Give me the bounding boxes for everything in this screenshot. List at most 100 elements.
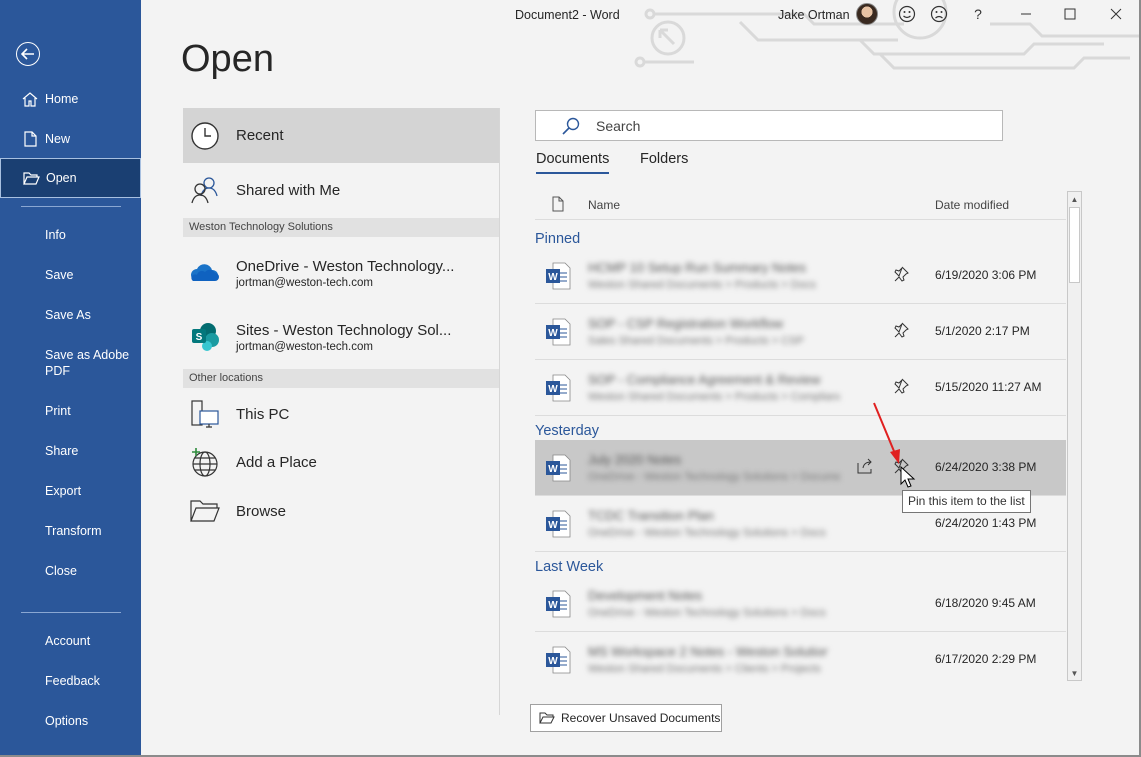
recover-unsaved-button[interactable]: Recover Unsaved Documents [530, 704, 722, 732]
location-shared[interactable]: Shared with Me [183, 164, 499, 216]
group-label-yesterday: Yesterday [535, 423, 599, 439]
window-title: Document2 - Word [515, 8, 620, 22]
close-icon[interactable] [1106, 5, 1126, 23]
location-sites[interactable]: S Sites - Weston Technology Sol... jortm… [183, 308, 499, 366]
list-header: Name Date modified [535, 190, 1066, 220]
nav-feedback[interactable]: Feedback [45, 673, 100, 689]
search-input[interactable] [596, 117, 777, 134]
folder-icon [189, 495, 221, 527]
nav-account[interactable]: Account [45, 633, 90, 649]
svg-text:S: S [196, 332, 203, 343]
word-document-icon: W [545, 374, 571, 407]
nav-new[interactable]: New [0, 119, 141, 159]
document-name: SOP - CSP Registration Workflow [588, 316, 784, 331]
svg-text:W: W [548, 384, 558, 395]
tab-documents[interactable]: Documents [536, 151, 610, 174]
document-row[interactable]: W July 2020 Notes OneDrive - Weston Tech… [535, 440, 1066, 496]
location-label: Shared with Me [236, 181, 341, 199]
scroll-thumb[interactable] [1069, 207, 1080, 283]
user-name[interactable]: Jake Ortman [778, 8, 850, 22]
nav-save[interactable]: Save [45, 267, 74, 283]
group-label-last-week: Last Week [535, 559, 604, 575]
nav-home[interactable]: Home [0, 79, 141, 119]
document-path: OneDrive - Weston Technology Solutions >… [588, 471, 840, 483]
word-document-icon: W [545, 318, 571, 351]
document-path: OneDrive - Weston Technology Solutions >… [588, 527, 826, 539]
nav-label: Open [46, 171, 77, 185]
document-row[interactable]: W SOP - CSP Registration Workflow Sales … [535, 304, 1066, 360]
document-name: TCDC Transition Plan [588, 508, 714, 523]
pin-icon[interactable] [893, 266, 909, 287]
svg-text:W: W [548, 464, 558, 475]
nav-save-as-pdf[interactable]: Save as Adobe PDF [45, 347, 129, 379]
group-label-pinned: Pinned [535, 231, 581, 247]
location-this-pc[interactable]: This PC [183, 394, 499, 434]
document-row[interactable]: W Development Notes OneDrive - Weston Te… [535, 576, 1066, 632]
smile-feedback-icon[interactable] [897, 5, 917, 23]
document-date: 5/1/2020 2:17 PM [935, 324, 1030, 338]
maximize-icon[interactable] [1060, 5, 1080, 23]
nav-info[interactable]: Info [45, 227, 66, 243]
location-recent[interactable]: Recent [183, 108, 499, 163]
document-date: 6/18/2020 9:45 AM [935, 596, 1036, 610]
svg-text:W: W [548, 272, 558, 283]
nav-close[interactable]: Close [45, 563, 77, 579]
search-icon [562, 117, 580, 135]
home-icon [20, 91, 40, 107]
annotation-arrow [873, 402, 900, 464]
location-add-place[interactable]: Add a Place [183, 442, 499, 482]
back-arrow-icon[interactable] [16, 42, 40, 66]
document-date: 6/24/2020 3:38 PM [935, 460, 1037, 474]
location-label: OneDrive - Weston Technology... [236, 257, 455, 275]
document-row[interactable]: W HCMP 10 Setup Run Summary Notes Weston… [535, 248, 1066, 304]
frown-feedback-icon[interactable] [929, 5, 949, 23]
word-document-icon: W [545, 262, 571, 295]
scroll-down-arrow-icon[interactable]: ▼ [1068, 666, 1081, 680]
location-email: jortman@weston-tech.com [236, 340, 373, 353]
document-path: Weston Shared Documents > Products > Com… [588, 391, 840, 403]
document-name: MS Workspace 2 Notes - Weston Solutions [588, 644, 828, 659]
nav-label: PDF [45, 364, 70, 378]
pin-icon[interactable] [893, 378, 909, 399]
nav-save-as[interactable]: Save As [45, 307, 91, 323]
document-row[interactable]: W MS Workspace 2 Notes - Weston Solution… [535, 632, 1066, 688]
location-onedrive[interactable]: OneDrive - Weston Technology... jortman@… [183, 244, 499, 302]
panel-divider [499, 108, 500, 715]
avatar[interactable] [856, 3, 878, 25]
location-label: Recent [236, 127, 284, 144]
location-browse[interactable]: Browse [183, 491, 499, 531]
column-date-header[interactable]: Date modified [935, 198, 1009, 212]
nav-export[interactable]: Export [45, 483, 81, 499]
document-date: 6/17/2020 2:29 PM [935, 652, 1037, 666]
pin-icon[interactable] [893, 322, 909, 343]
nav-divider [21, 612, 121, 613]
nav-divider [21, 206, 121, 207]
document-name: SOP - Compliance Agreement & Review [588, 372, 821, 387]
location-email: jortman@weston-tech.com [236, 276, 373, 289]
recover-label: Recover Unsaved Documents [561, 711, 721, 725]
list-scrollbar[interactable]: ▲ ▼ [1067, 191, 1082, 681]
tab-folders[interactable]: Folders [640, 151, 688, 167]
nav-print[interactable]: Print [45, 403, 71, 419]
nav-transform[interactable]: Transform [45, 523, 102, 539]
file-type-icon [552, 196, 564, 215]
minimize-icon[interactable] [1016, 5, 1036, 23]
document-path: OneDrive - Weston Technology Solutions >… [588, 607, 826, 619]
nav-share[interactable]: Share [45, 443, 78, 459]
document-name: Development Notes [588, 588, 703, 603]
nav-options[interactable]: Options [45, 713, 88, 729]
document-path: Weston Shared Documents > Clients > Proj… [588, 663, 821, 675]
location-label: Sites - Weston Technology Sol... [236, 321, 452, 339]
location-label: This PC [236, 405, 290, 423]
nav-label: New [45, 132, 71, 146]
pin-tooltip: Pin this item to the list [902, 490, 1031, 513]
search-box[interactable] [535, 110, 1003, 141]
document-name: July 2020 Notes [588, 452, 682, 467]
page-title: Open [181, 38, 274, 80]
document-row[interactable]: W SOP - Compliance Agreement & Review We… [535, 360, 1066, 416]
nav-open[interactable]: Open [0, 158, 141, 198]
help-icon[interactable]: ? [968, 5, 988, 23]
document-path: Sales Shared Documents > Products > CSP [588, 335, 804, 347]
column-name-header[interactable]: Name [588, 198, 620, 212]
scroll-up-arrow-icon[interactable]: ▲ [1068, 192, 1081, 206]
